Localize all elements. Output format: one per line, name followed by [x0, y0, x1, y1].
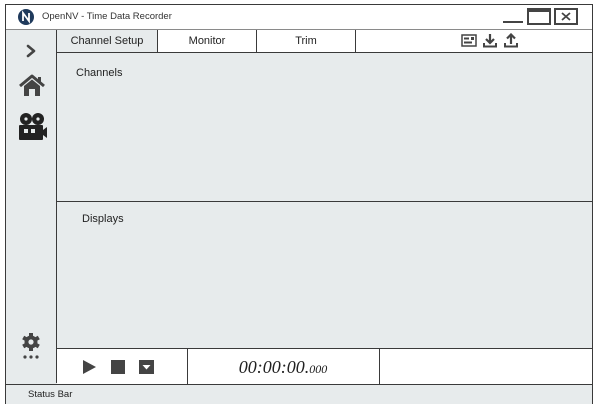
download-icon[interactable]	[482, 33, 498, 51]
close-button[interactable]	[554, 8, 578, 25]
opennv-logo-icon	[18, 9, 34, 25]
app-window: OpenNV - Time Data Recorder Channel Setu…	[5, 4, 593, 404]
channels-panel-title: Channels	[76, 67, 123, 79]
transport-bar: 00:00:00.000	[57, 348, 592, 384]
window-title: OpenNV - Time Data Recorder	[42, 11, 172, 22]
chevron-right-icon[interactable]	[25, 44, 37, 61]
time-main: 00:00:00.	[238, 357, 310, 377]
tab-monitor[interactable]: Monitor	[158, 30, 257, 52]
tab-bar: Channel Setup Monitor Trim	[57, 30, 592, 53]
stop-icon[interactable]	[111, 360, 125, 377]
time-display-section: 00:00:00.000	[188, 349, 380, 384]
displays-panel-title: Displays	[82, 213, 124, 225]
time-milliseconds: 000	[309, 362, 328, 376]
tab-channel-setup[interactable]: Channel Setup	[57, 30, 158, 52]
upload-icon[interactable]	[503, 32, 519, 51]
status-text: Status Bar	[28, 389, 73, 400]
settings-panel-icon[interactable]	[461, 33, 477, 51]
title-bar: OpenNV - Time Data Recorder	[6, 5, 592, 30]
maximize-button[interactable]	[527, 8, 551, 25]
play-icon[interactable]	[82, 359, 97, 378]
film-projector-icon[interactable]	[17, 112, 47, 145]
panel-divider	[57, 201, 592, 202]
dropdown-icon[interactable]	[139, 360, 154, 377]
status-bar: Status Bar	[6, 384, 592, 404]
time-counter: 00:00:00.000	[188, 357, 378, 378]
home-icon[interactable]	[18, 74, 46, 101]
minimize-button[interactable]	[502, 8, 524, 25]
transport-controls	[57, 349, 188, 384]
settings-gear-icon[interactable]	[20, 332, 42, 363]
close-icon	[561, 12, 571, 21]
tab-trim[interactable]: Trim	[257, 30, 356, 52]
transport-extra-section	[380, 349, 592, 384]
sidebar	[6, 30, 57, 383]
